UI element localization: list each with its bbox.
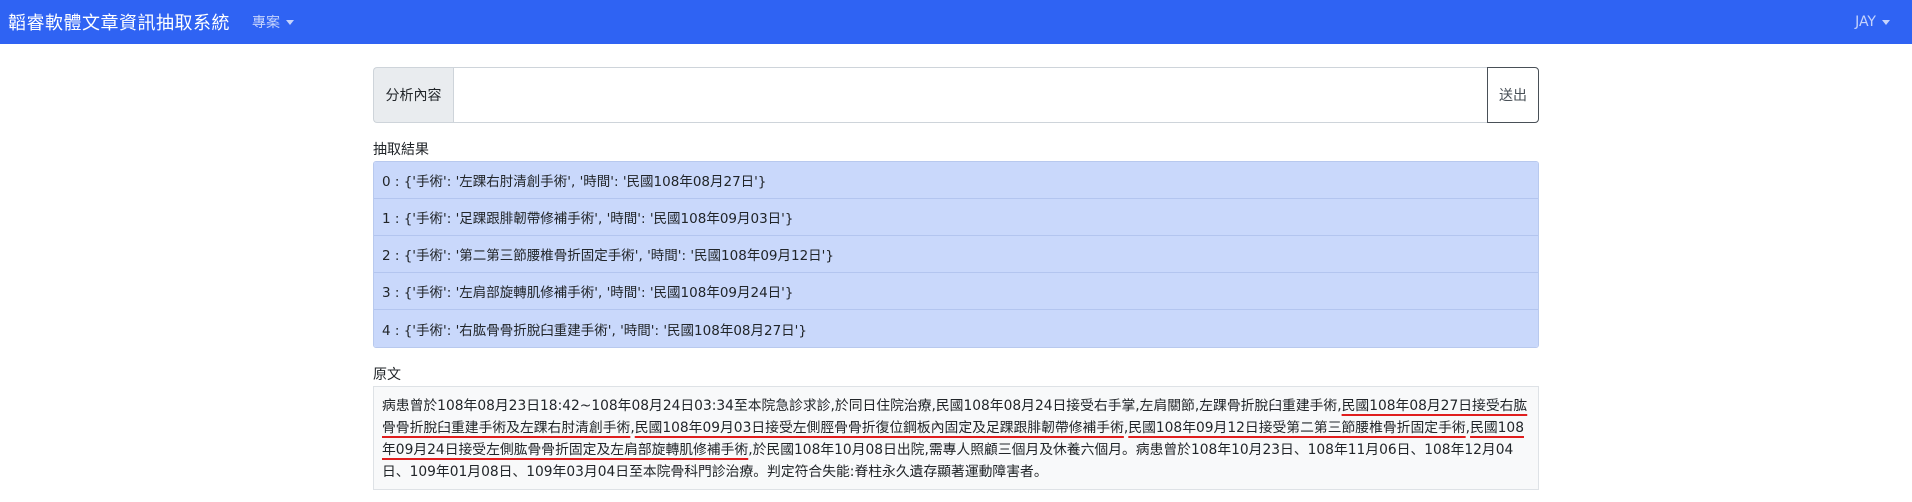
results-heading: 抽取結果: [373, 142, 429, 158]
project-menu-label: 專案: [252, 15, 280, 31]
analysis-input-group: 分析內容 送出: [373, 67, 1539, 123]
result-item[interactable]: 3 : {'手術': '左肩部旋轉肌修補手術', '時間': '民國108年09…: [374, 273, 1538, 310]
result-item[interactable]: 0 : {'手術': '左踝右肘清創手術', '時間': '民國108年08月2…: [374, 162, 1538, 199]
original-text-segment: 病患曾於108年08月23日18:42~108年08月24日03:34至本院急診…: [382, 398, 1342, 414]
user-name: JAY: [1855, 14, 1876, 30]
highlighted-surgery-span: 民國108年09月12日接受第二第三節腰椎骨折固定手術: [1128, 420, 1466, 436]
user-menu-dropdown[interactable]: JAY: [1855, 14, 1890, 30]
app-brand[interactable]: 韜睿軟體文章資訊抽取系統: [8, 9, 230, 35]
top-navbar: 韜睿軟體文章資訊抽取系統 專案 JAY: [0, 0, 1912, 44]
original-text-heading: 原文: [373, 367, 401, 383]
project-menu-dropdown[interactable]: 專案: [252, 12, 294, 32]
results-list: 0 : {'手術': '左踝右肘清創手術', '時間': '民國108年08月2…: [373, 161, 1539, 348]
chevron-down-icon: [1882, 19, 1890, 25]
original-text-box: 病患曾於108年08月23日18:42~108年08月24日03:34至本院急診…: [373, 386, 1539, 490]
result-item[interactable]: 4 : {'手術': '右肱骨骨折脫臼重建手術', '時間': '民國108年0…: [374, 310, 1538, 347]
submit-button[interactable]: 送出: [1487, 67, 1539, 123]
analysis-content-input[interactable]: [453, 67, 1488, 123]
main-container: 分析內容 送出 抽取結果 0 : {'手術': '左踝右肘清創手術', '時間'…: [373, 67, 1539, 490]
result-item[interactable]: 2 : {'手術': '第二第三節腰椎骨折固定手術', '時間': '民國108…: [374, 236, 1538, 273]
result-item[interactable]: 1 : {'手術': '足踝跟腓韌帶修補手術', '時間': '民國108年09…: [374, 199, 1538, 236]
chevron-down-icon: [286, 19, 294, 25]
highlighted-surgery-span: 民國108年09月03日接受左側脛骨骨折復位鋼板內固定及足踝跟腓韌帶修補手術: [634, 420, 1124, 436]
analysis-input-label: 分析內容: [373, 67, 453, 123]
